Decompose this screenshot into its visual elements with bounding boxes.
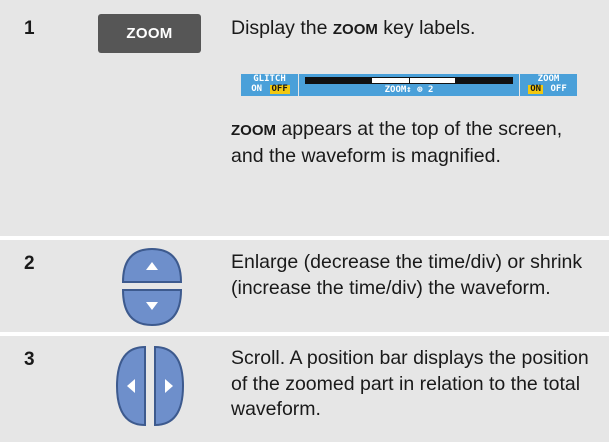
step-description: Enlarge (decrease the time/div) or shrin…	[231, 251, 583, 299]
instruction-table: 1 ZOOM Display the ZOOM key labels. GLIT…	[0, 0, 609, 442]
zoom-key-button[interactable]: ZOOM	[98, 14, 201, 53]
left-arrow-key[interactable]	[115, 345, 146, 427]
zoom-keyword: ZOOM	[231, 122, 276, 139]
zoom-on-selected: ON	[528, 84, 544, 94]
right-arrow-key[interactable]	[154, 345, 185, 427]
zoom-key-label: ZOOM ON OFF	[520, 74, 577, 96]
zoom-keyword: ZOOM	[332, 21, 378, 38]
up-arrow-key[interactable]	[121, 247, 183, 283]
zoom-position-bar	[305, 77, 513, 84]
step-number: 1	[24, 18, 35, 39]
step-row-3: 3 Scroll. A position bar displays the po…	[0, 336, 609, 442]
key-label-strip: GLITCH ON OFF ZOOM↕ ⊕ 2 ZOOM ON OFF	[241, 74, 577, 96]
left-right-arrow-keys	[115, 345, 185, 427]
down-arrow-key[interactable]	[121, 289, 183, 327]
up-down-arrow-keys	[121, 247, 183, 327]
zoom-off: OFF	[550, 84, 567, 94]
glitch-off-selected: OFF	[269, 84, 290, 94]
zoom-control-text: ZOOM↕ ⊕ 2	[384, 85, 434, 95]
step-row-2: 2 Enlarge (decrease the time/div) or shr…	[0, 240, 609, 332]
glitch-key-label: GLITCH ON OFF	[241, 74, 298, 96]
zoom-control-label: ZOOM↕ ⊕ 2	[299, 74, 519, 96]
step-description-continued: ZOOM appears at the top of the screen, a…	[231, 118, 563, 167]
step-number: 3	[24, 349, 35, 370]
step-row-1: 1 ZOOM Display the ZOOM key labels. GLIT…	[0, 0, 609, 236]
step-description: Display the ZOOM key labels.	[231, 17, 476, 39]
glitch-on: ON	[251, 84, 263, 94]
step-number: 2	[24, 253, 35, 274]
step-description: Scroll. A position bar displays the posi…	[231, 347, 589, 420]
